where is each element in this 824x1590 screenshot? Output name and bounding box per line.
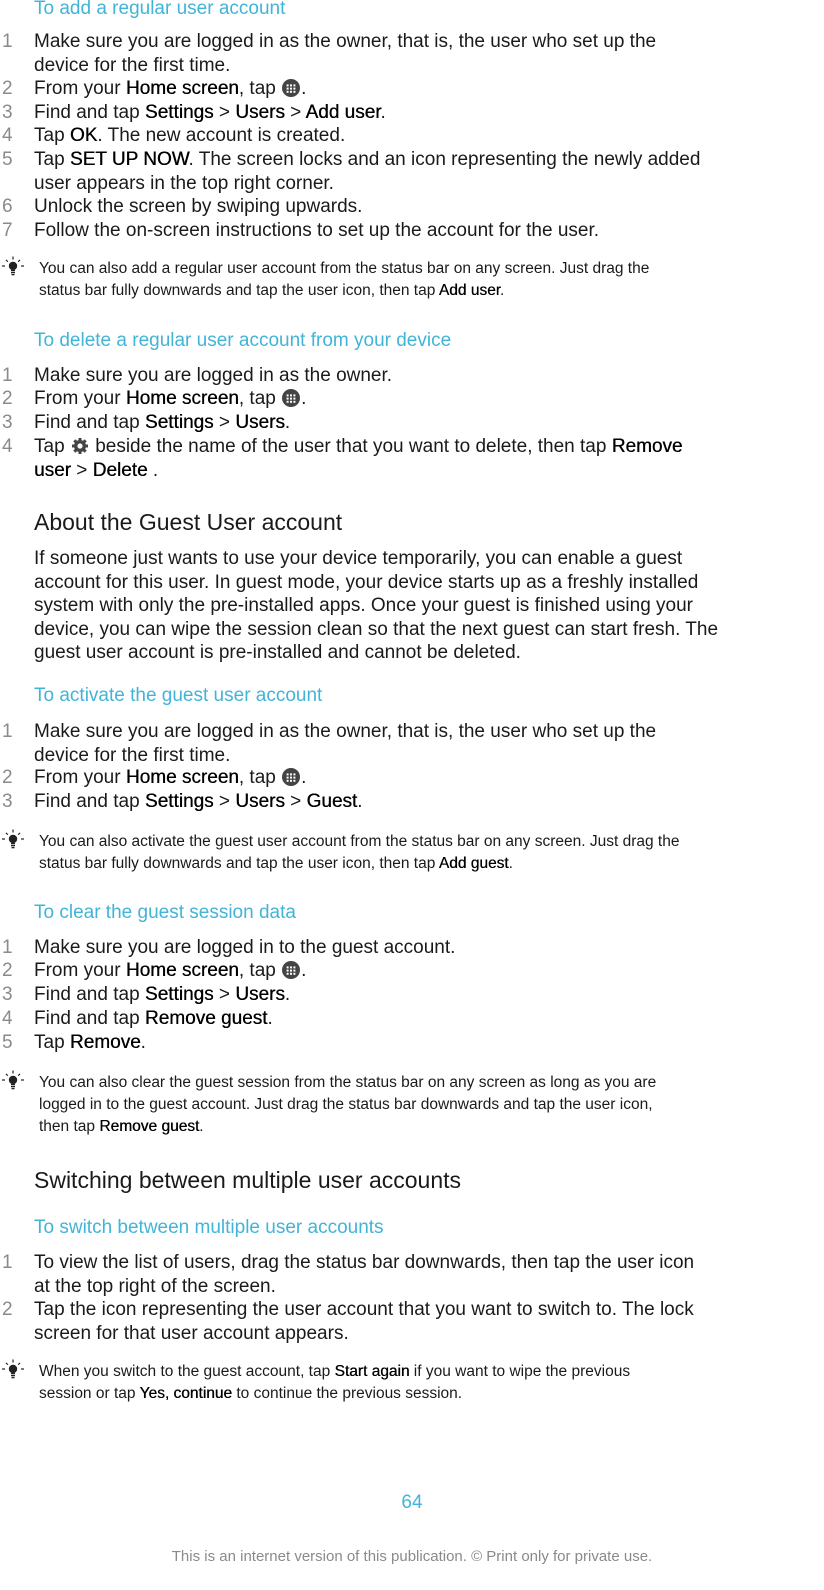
step-text: Make sure you are logged in as the owner… bbox=[34, 365, 393, 386]
step-text: To view the list of users, drag the stat… bbox=[34, 1252, 695, 1297]
page-number: 64 bbox=[401, 1492, 423, 1513]
step-text: From your Home screen, tap . bbox=[34, 388, 307, 409]
gear-icon bbox=[71, 437, 89, 455]
step-text: Tap Remove. bbox=[34, 1032, 146, 1053]
ui-term-start-again: Start again bbox=[334, 1363, 410, 1380]
ui-term-set-up-now: SET UP NOW bbox=[69, 149, 189, 170]
step-text: Find and tap Settings > Users. bbox=[34, 984, 291, 1005]
ui-term-yes-continue: Yes, continue bbox=[139, 1385, 233, 1402]
step-number: 4 bbox=[2, 125, 13, 146]
step-number: 1 bbox=[2, 31, 13, 52]
heading-activate-guest: To activate the guest user account bbox=[34, 685, 323, 706]
heading-switch-accounts-procedure: To switch between multiple user accounts bbox=[34, 1217, 384, 1238]
step-number: 2 bbox=[2, 1299, 13, 1320]
apps-grid-icon bbox=[282, 768, 300, 786]
heading-add-regular-user: To add a regular user account bbox=[34, 0, 286, 19]
tip-text: You can also add a regular user account … bbox=[39, 260, 650, 299]
step-text: Make sure you are logged in as the owner… bbox=[34, 721, 657, 766]
ui-term-home-screen: Home screen bbox=[125, 960, 239, 981]
apps-grid-icon bbox=[282, 961, 300, 979]
tip-text: You can also clear the guest session fro… bbox=[39, 1074, 657, 1135]
step-text: Find and tap Settings > Users > Add user… bbox=[34, 102, 386, 123]
step-number: 3 bbox=[2, 412, 13, 433]
ui-term-remove-user-cont: user bbox=[34, 460, 71, 481]
ui-term-settings: Settings bbox=[144, 412, 214, 433]
lightbulb-icon bbox=[0, 256, 26, 278]
tip-text: You can also activate the guest user acc… bbox=[39, 833, 680, 872]
step-number: 1 bbox=[2, 721, 13, 742]
ui-term-users: Users bbox=[235, 984, 285, 1005]
step-number: 4 bbox=[2, 1008, 13, 1029]
step-text: From your Home screen, tap . bbox=[34, 78, 307, 99]
ui-term-users: Users bbox=[235, 102, 285, 123]
lightbulb-icon bbox=[0, 1070, 26, 1092]
footer-notice: This is an internet version of this publ… bbox=[171, 1548, 653, 1565]
step-number: 5 bbox=[2, 149, 13, 170]
step-number: 1 bbox=[2, 365, 13, 386]
ui-term-remove-guest: Remove guest bbox=[144, 1008, 268, 1029]
step-number: 3 bbox=[2, 102, 13, 123]
heading-switching-accounts: Switching between multiple user accounts bbox=[34, 1167, 462, 1193]
ui-term-users: Users bbox=[235, 412, 285, 433]
step-text: Unlock the screen by swiping upwards. bbox=[34, 196, 363, 217]
ui-term-home-screen: Home screen bbox=[125, 388, 239, 409]
heading-delete-regular-user: To delete a regular user account from yo… bbox=[34, 330, 452, 351]
ui-term-settings: Settings bbox=[144, 984, 214, 1005]
ui-term-remove: Remove bbox=[69, 1032, 141, 1053]
step-number: 3 bbox=[2, 984, 13, 1005]
about-guest-paragraph: If someone just wants to use your device… bbox=[34, 548, 719, 664]
ui-term-add-guest: Add guest bbox=[438, 855, 509, 872]
lightbulb-icon bbox=[0, 1359, 26, 1381]
apps-grid-icon bbox=[282, 389, 300, 407]
step-number: 2 bbox=[2, 78, 13, 99]
heading-about-guest: About the Guest User account bbox=[34, 509, 343, 535]
ui-term-home-screen: Home screen bbox=[125, 78, 239, 99]
step-text: From your Home screen, tap . bbox=[34, 960, 307, 981]
ui-term-remove-user: Remove bbox=[611, 436, 683, 457]
ui-term-settings: Settings bbox=[144, 791, 214, 812]
step-text: Find and tap Settings > Users. bbox=[34, 412, 291, 433]
step-text: Tap OK. The new account is created. bbox=[34, 125, 346, 146]
tip-text: When you switch to the guest account, ta… bbox=[39, 1363, 631, 1402]
step-number: 4 bbox=[2, 436, 13, 457]
ui-term-users: Users bbox=[235, 791, 285, 812]
lightbulb-icon bbox=[0, 829, 26, 851]
step-text: Tap the icon representing the user accou… bbox=[34, 1299, 694, 1344]
step-text: From your Home screen, tap . bbox=[34, 767, 307, 788]
step-text: Tap SET UP NOW. The screen locks and an … bbox=[34, 149, 701, 194]
step-number: 2 bbox=[2, 767, 13, 788]
ui-term-guest: Guest bbox=[306, 791, 358, 812]
step-number: 2 bbox=[2, 388, 13, 409]
heading-clear-guest: To clear the guest session data bbox=[34, 902, 296, 923]
ui-term-remove-guest: Remove guest bbox=[99, 1118, 200, 1135]
step-number: 2 bbox=[2, 960, 13, 981]
step-number: 1 bbox=[2, 937, 13, 958]
apps-grid-icon bbox=[282, 79, 300, 97]
step-number: 6 bbox=[2, 196, 13, 217]
step-text: Find and tap Settings > Users > Guest. bbox=[34, 791, 363, 812]
step-number: 3 bbox=[2, 791, 13, 812]
ui-term-add-user: Add user bbox=[305, 102, 381, 123]
step-number: 7 bbox=[2, 220, 13, 241]
step-number: 1 bbox=[2, 1252, 13, 1273]
step-number: 5 bbox=[2, 1032, 13, 1053]
ui-term-add-user: Add user bbox=[438, 282, 500, 299]
ui-term-ok: OK bbox=[69, 125, 98, 146]
ui-term-settings: Settings bbox=[144, 102, 214, 123]
step-text: Find and tap Remove guest. bbox=[34, 1008, 273, 1029]
step-text: Make sure you are logged in to the guest… bbox=[34, 937, 456, 958]
step-text: Make sure you are logged in as the owner… bbox=[34, 31, 657, 76]
step-text: Tap beside the name of the user that you… bbox=[34, 436, 683, 481]
ui-term-delete: Delete bbox=[92, 460, 148, 481]
ui-term-home-screen: Home screen bbox=[125, 767, 239, 788]
step-text: Follow the on-screen instructions to set… bbox=[34, 220, 600, 241]
